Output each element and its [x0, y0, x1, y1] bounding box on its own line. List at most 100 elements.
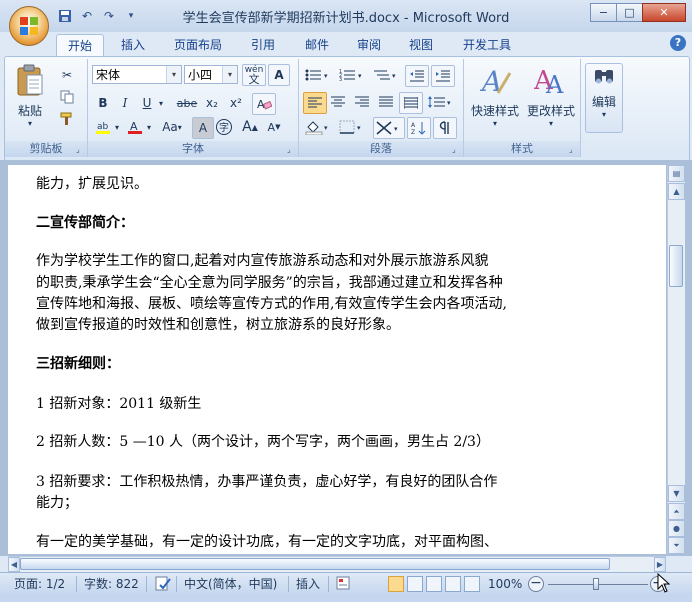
- select-browse-object-icon[interactable]: ●: [668, 520, 685, 537]
- show-hide-marks-icon[interactable]: [433, 117, 457, 139]
- font-color-dropdown-icon[interactable]: ▾: [144, 117, 154, 137]
- tab-view[interactable]: 视图: [398, 34, 444, 56]
- clipboard-group-label: 剪贴板: [5, 141, 87, 157]
- document-page[interactable]: 能力，扩展见识。 二宣传部简介： 作为学校学生工作的窗口,起着对内宣传旅游系动态…: [8, 165, 666, 554]
- scroll-up-icon[interactable]: ▲: [668, 183, 685, 200]
- quick-styles-button[interactable]: A 快速样式 ▾: [468, 63, 522, 128]
- phonetic-guide-button[interactable]: wén 文: [242, 64, 266, 86]
- copy-icon[interactable]: [57, 87, 77, 107]
- strikethrough-button[interactable]: abe: [174, 93, 200, 113]
- character-border-button[interactable]: A: [268, 64, 290, 86]
- tab-developer[interactable]: 开发工具: [452, 34, 522, 56]
- close-button[interactable]: ✕: [642, 3, 686, 22]
- page-count[interactable]: 页面: 1/2: [14, 576, 65, 592]
- highlight-dropdown-icon[interactable]: ▾: [112, 117, 122, 137]
- tab-page-layout[interactable]: 页面布局: [166, 34, 230, 56]
- styles-dialog-launcher-icon[interactable]: ⌟: [569, 145, 578, 154]
- clipboard-dialog-launcher-icon[interactable]: ⌟: [76, 145, 85, 154]
- format-painter-icon[interactable]: [57, 109, 77, 129]
- highlight-icon[interactable]: ab: [94, 117, 112, 137]
- draft-view-icon[interactable]: [464, 576, 480, 592]
- insert-mode[interactable]: 插入: [296, 576, 320, 592]
- bold-button[interactable]: B: [94, 93, 112, 113]
- enclose-characters-icon[interactable]: 字: [214, 117, 234, 137]
- tab-references[interactable]: 引用: [240, 34, 286, 56]
- underline-button[interactable]: U: [138, 93, 156, 113]
- chinese-layout-icon[interactable]: ▾: [373, 117, 405, 139]
- next-page-icon[interactable]: ⏷: [668, 537, 685, 554]
- align-right-icon[interactable]: [351, 92, 373, 112]
- character-shading-button[interactable]: A: [192, 117, 214, 139]
- horizontal-scrollbar[interactable]: ◀ ▶: [8, 556, 666, 572]
- italic-button[interactable]: I: [116, 93, 134, 113]
- borders-icon[interactable]: ▾: [337, 117, 367, 137]
- language-indicator[interactable]: 中文(简体，中国): [184, 576, 277, 592]
- tab-home[interactable]: 开始: [56, 34, 104, 57]
- maximize-button[interactable]: □: [616, 3, 643, 22]
- quick-styles-dropdown-icon: ▾: [492, 119, 497, 128]
- font-name-dropdown-icon[interactable]: ▾: [166, 66, 181, 83]
- bullets-icon[interactable]: ▾: [303, 65, 333, 85]
- change-styles-dropdown-icon: ▾: [548, 119, 553, 128]
- ruler-toggle-icon[interactable]: ▤: [668, 165, 685, 182]
- multilevel-list-icon[interactable]: ▾: [371, 65, 401, 85]
- full-screen-reading-icon[interactable]: [407, 576, 423, 592]
- proofing-icon[interactable]: [154, 576, 172, 592]
- paste-button[interactable]: 粘贴 ▾: [11, 63, 49, 128]
- tab-review[interactable]: 审阅: [346, 34, 392, 56]
- doc-line: 1 招新对象：2011 级新生: [36, 396, 202, 412]
- paragraph-dialog-launcher-icon[interactable]: ⌟: [452, 145, 461, 154]
- font-name-combo[interactable]: 宋体 ▾: [92, 65, 182, 84]
- sort-icon[interactable]: AZ: [407, 117, 431, 139]
- scroll-down-icon[interactable]: ▼: [668, 485, 685, 502]
- cut-icon[interactable]: ✂: [57, 65, 77, 85]
- vertical-scrollbar[interactable]: ▤ ▲ ▼ ⏶ ● ⏷: [667, 165, 685, 554]
- editing-button[interactable]: 编辑 ▾: [585, 63, 623, 133]
- change-styles-button[interactable]: AA 更改样式 ▾: [524, 63, 578, 128]
- zoom-out-icon[interactable]: −: [528, 576, 544, 592]
- horizontal-scroll-thumb[interactable]: [20, 558, 610, 570]
- macro-record-icon[interactable]: [336, 576, 350, 592]
- font-size-combo[interactable]: 小四 ▾: [184, 65, 238, 84]
- change-case-button[interactable]: Aa ▾: [160, 117, 184, 137]
- subscript-button[interactable]: x₂: [202, 93, 222, 113]
- web-layout-icon[interactable]: [426, 576, 442, 592]
- print-layout-icon[interactable]: [388, 576, 404, 592]
- clear-formatting-icon[interactable]: A: [252, 93, 276, 115]
- office-button[interactable]: [9, 6, 49, 46]
- align-left-icon[interactable]: [303, 92, 327, 114]
- align-center-icon[interactable]: [327, 92, 349, 112]
- minimize-button[interactable]: −: [590, 3, 617, 22]
- distributed-icon[interactable]: [399, 92, 423, 114]
- font-size-dropdown-icon[interactable]: ▾: [222, 66, 237, 83]
- numbering-icon[interactable]: 1 2 3 ▾: [337, 65, 367, 85]
- font-dialog-launcher-icon[interactable]: ⌟: [287, 145, 296, 154]
- styles-group-label: 样式: [464, 141, 580, 157]
- scroll-left-icon[interactable]: ◀: [8, 557, 20, 572]
- editing-label: 编辑: [591, 95, 616, 109]
- change-case-dropdown-icon: ▾: [177, 122, 182, 132]
- previous-page-icon[interactable]: ⏶: [668, 503, 685, 520]
- font-name-value: 宋体: [96, 68, 121, 82]
- outline-view-icon[interactable]: [445, 576, 461, 592]
- increase-indent-icon[interactable]: [431, 65, 455, 87]
- grow-arrow-icon: ▲: [251, 122, 258, 132]
- shrink-font-button[interactable]: A ▼: [264, 117, 284, 137]
- tab-insert[interactable]: 插入: [110, 34, 156, 56]
- underline-dropdown-icon[interactable]: ▾: [156, 93, 166, 113]
- font-color-icon[interactable]: A: [126, 117, 144, 137]
- justify-icon[interactable]: [375, 92, 397, 112]
- vertical-scroll-thumb[interactable]: [669, 245, 683, 287]
- help-icon[interactable]: ?: [670, 35, 686, 51]
- zoom-level[interactable]: 100%: [488, 576, 522, 592]
- line-spacing-icon[interactable]: ▾: [425, 92, 455, 112]
- word-count[interactable]: 字数: 822: [84, 576, 139, 592]
- paste-dropdown-icon[interactable]: ▾: [11, 119, 49, 128]
- superscript-button[interactable]: x²: [226, 93, 246, 113]
- decrease-indent-icon[interactable]: [405, 65, 429, 87]
- shading-icon[interactable]: ▾: [303, 117, 333, 137]
- scroll-right-icon[interactable]: ▶: [654, 557, 666, 572]
- grow-font-button[interactable]: A ▲: [240, 117, 260, 137]
- zoom-slider-thumb[interactable]: [593, 578, 599, 590]
- tab-mailings[interactable]: 邮件: [294, 34, 340, 56]
